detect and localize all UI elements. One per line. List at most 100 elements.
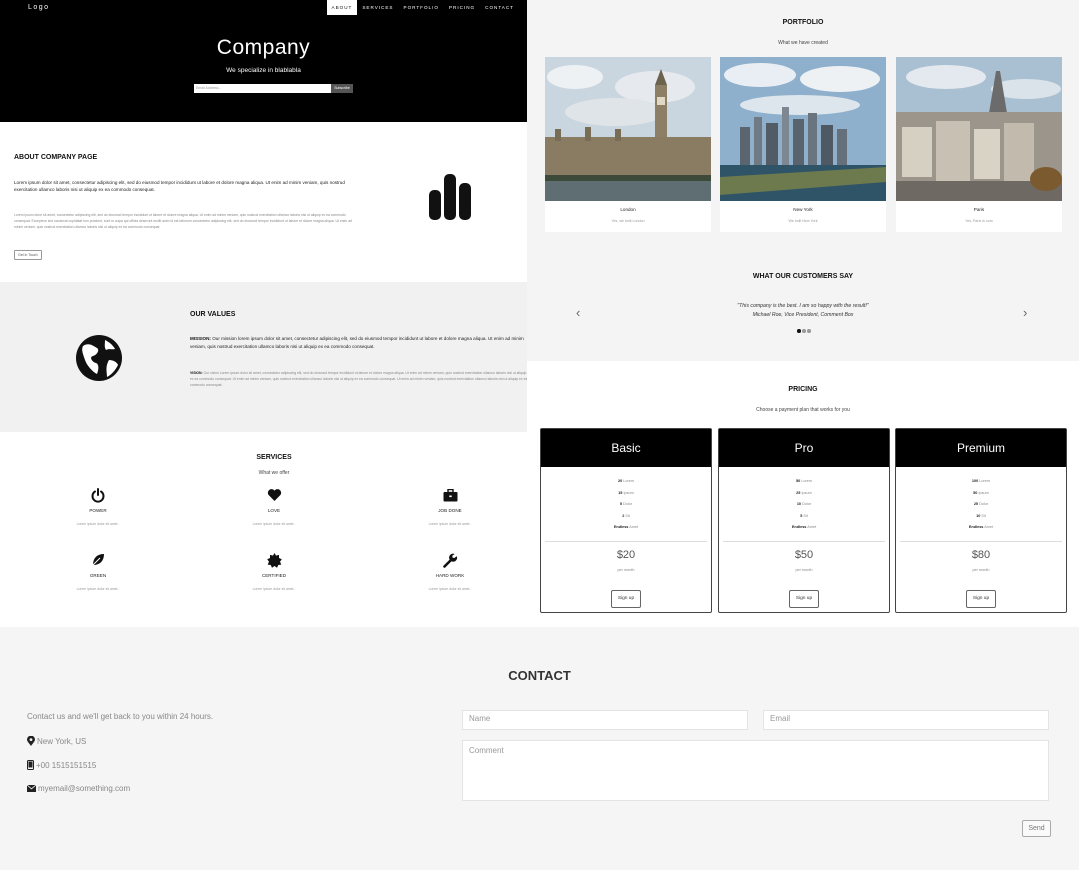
nav-pricing[interactable]: PRICING — [444, 0, 480, 15]
sign-up-button[interactable]: Sign up — [966, 590, 996, 608]
wrench-icon — [442, 553, 457, 568]
top-nav: ABOUT SERVICES PORTFOLIO PRICING CONTACT — [326, 0, 519, 15]
comment-field[interactable]: Comment — [462, 740, 1049, 801]
plan-features: 100 Lorem 50 Ipsum 25 Dolor 10 Sit Endle… — [896, 476, 1066, 534]
plan-period: per month — [795, 568, 813, 572]
divider — [900, 541, 1062, 542]
portfolio-city: London — [620, 207, 636, 212]
hero-title: Company — [216, 36, 311, 59]
portfolio-title: PORTFOLIO — [782, 19, 824, 26]
nav-portfolio[interactable]: PORTFOLIO — [399, 0, 444, 15]
phone-icon — [27, 760, 34, 770]
logo[interactable]: Logo — [28, 4, 50, 11]
portfolio-card-newyork[interactable]: New York We built New York — [720, 57, 886, 232]
plan-basic: Basic 20 Lorem 15 Ipsum 5 Dolor 2 Sit En… — [540, 428, 712, 613]
divider — [723, 541, 885, 542]
hero-subtitle: We specialize in blablabla — [226, 67, 301, 74]
carousel-dot[interactable] — [807, 329, 811, 333]
divider — [545, 541, 707, 542]
plan-feature: 50 Ipsum — [973, 490, 989, 495]
plan-feature: 50 Lorem — [795, 479, 813, 483]
portfolio-desc: Yes, Paris is ours — [965, 219, 993, 223]
services-tagline: What we offer — [258, 470, 290, 476]
service-item: CERTIFIED Lorem ipsum dolor sit amet.. — [214, 552, 334, 591]
mission-text: MISSION: Our mission lorem ipsum dolor s… — [190, 336, 524, 349]
carousel-dot[interactable] — [802, 329, 806, 333]
testimonial-quote: "This company is the best. I am so happy… — [737, 303, 869, 309]
map-marker-icon — [27, 736, 35, 746]
plan-feature: 2 Sit — [622, 513, 630, 518]
bar-chart-icon — [429, 174, 471, 220]
plan-features: 20 Lorem 15 Ipsum 5 Dolor 2 Sit Endless … — [541, 476, 711, 534]
service-item: GREEN Lorem ipsum dolor sit amet.. — [38, 552, 158, 591]
portfolio-card-london[interactable]: London Yes, we built London — [545, 57, 711, 232]
about-body: Lorem ipsum dolor sit amet, consectetur … — [14, 213, 352, 229]
subscribe-form: Email Address... Subscribe — [194, 84, 353, 93]
plan-features: 50 Lorem 25 Ipsum 10 Dolor 5 Sit Endless… — [719, 476, 889, 534]
service-name: POWER — [89, 508, 107, 513]
email-input[interactable]: Email Address... — [194, 84, 331, 93]
testimonials-title: WHAT OUR CUSTOMERS SAY — [752, 273, 854, 280]
leaf-icon — [91, 554, 104, 567]
plan-feature: Endless Amet — [613, 525, 639, 529]
name-field[interactable]: Name — [462, 710, 748, 730]
paris-image — [896, 57, 1062, 201]
london-image — [545, 57, 711, 201]
certificate-icon — [266, 552, 282, 568]
nav-services[interactable]: SERVICES — [357, 0, 398, 15]
nav-about[interactable]: ABOUT — [326, 0, 358, 15]
envelope-icon — [27, 785, 36, 792]
plan-feature: Endless Amet — [791, 525, 817, 529]
service-desc: Lorem ipsum dolor sit amet.. — [428, 587, 472, 591]
services-section: SERVICES What we offer POWER Lorem ipsum… — [0, 432, 527, 627]
carousel-next-icon[interactable]: › — [1023, 306, 1027, 319]
carousel-indicators — [797, 329, 811, 333]
plan-period: per month — [972, 568, 990, 572]
service-item: JOB DONE Lorem ipsum dolor sit amet.. — [390, 487, 510, 526]
service-name: LOVE — [267, 508, 281, 513]
subscribe-button[interactable]: Subscribe — [331, 84, 353, 93]
send-button[interactable]: Send — [1022, 820, 1051, 837]
plan-feature: 10 Sit — [976, 513, 986, 518]
service-item: LOVE Lorem ipsum dolor sit amet.. — [214, 487, 334, 526]
pricing-tagline: Choose a payment plan that works for you — [756, 407, 850, 413]
service-desc: Lorem ipsum dolor sit amet.. — [252, 522, 296, 526]
pricing-title: PRICING — [788, 386, 818, 393]
contact-intro: Contact us and we'll get back to you wit… — [27, 712, 214, 721]
plan-price: $20 — [616, 549, 636, 561]
sign-up-button[interactable]: Sign up — [611, 590, 641, 608]
nav-contact[interactable]: CONTACT — [480, 0, 519, 15]
service-name: JOB DONE — [438, 508, 462, 513]
contact-phone: +00 1515151515 — [27, 760, 96, 770]
service-item: POWER Lorem ipsum dolor sit amet.. — [38, 487, 158, 526]
power-icon — [91, 487, 105, 503]
plan-feature: Endless Amet — [968, 525, 994, 529]
about-lead: Lorem ipsum dolor sit amet, consectetur … — [14, 180, 345, 192]
get-in-touch-button[interactable]: Get in Touch — [14, 250, 42, 260]
service-desc: Lorem ipsum dolor sit amet.. — [76, 522, 120, 526]
values-section: OUR VALUES MISSION: Our mission lorem ip… — [0, 282, 527, 432]
service-desc: Lorem ipsum dolor sit amet.. — [252, 587, 296, 591]
plan-price: $50 — [794, 549, 814, 561]
portfolio-section: PORTFOLIO What we have created London Ye… — [527, 0, 1079, 258]
plan-feature: 25 Dolor — [973, 502, 989, 506]
plan-feature: 20 Lorem — [617, 479, 635, 483]
plan-name: Pro — [719, 429, 889, 467]
sign-up-button[interactable]: Sign up — [789, 590, 819, 608]
plan-name: Basic — [541, 429, 711, 467]
portfolio-card-paris[interactable]: Paris Yes, Paris is ours — [896, 57, 1062, 232]
email-field[interactable]: Email — [763, 710, 1049, 730]
service-desc: Lorem ipsum dolor sit amet.. — [428, 522, 472, 526]
service-item: HARD WORK Lorem ipsum dolor sit amet.. — [390, 552, 510, 591]
testimonial-author: Michael Roe, Vice President, Comment Box — [752, 312, 854, 318]
vision-label: VISION: — [190, 371, 203, 375]
portfolio-tagline: What we have created — [778, 40, 828, 46]
plan-feature: 25 Ipsum — [796, 490, 812, 495]
service-name: CERTIFIED — [261, 573, 287, 578]
heart-icon — [267, 489, 281, 501]
plan-period: per month — [617, 568, 635, 572]
briefcase-icon — [443, 488, 457, 501]
carousel-dot[interactable] — [797, 329, 801, 333]
contact-section: CONTACT Contact us and we'll get back to… — [0, 627, 1079, 870]
plan-feature: 5 Sit — [800, 513, 808, 518]
